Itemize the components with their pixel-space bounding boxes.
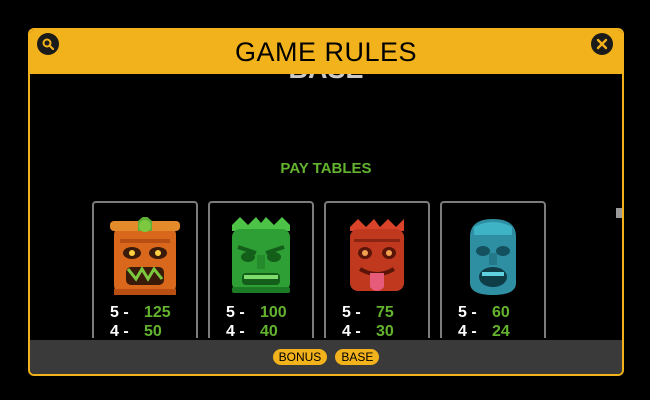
game-rules-dialog: GAME RULES BASE PAY TABLES [28,28,624,376]
search-button[interactable] [37,33,59,55]
pay-row: 5 -100 [226,304,287,321]
pay-list: 5 -125 4 -50 3 -25 [94,303,196,338]
close-icon [596,38,608,50]
pay-row: 5 -60 [458,304,510,321]
paytable-card: 5 -100 4 -40 3 -20 [208,201,314,338]
paytable-card: 5 -60 4 -24 3 -12 [440,201,546,338]
pay-list: 5 -60 4 -24 3 -12 [442,303,544,338]
paytables-heading: PAY TABLES [280,160,372,177]
green-tiki-mask-icon [232,217,290,293]
pay-row: 4 -40 [226,323,278,338]
pay-list: 5 -100 4 -40 3 -20 [210,303,312,338]
pay-row: 5 -125 [110,304,171,321]
pay-list: 5 -75 4 -30 3 -15 [326,303,428,338]
pay-row: 5 -75 [342,304,394,321]
tab-base[interactable]: BASE [335,349,380,365]
blue-tiki-mask-icon [470,219,516,295]
scrollbar-thumb[interactable] [616,208,622,218]
dialog-header: GAME RULES [30,30,622,74]
rules-content[interactable]: BASE PAY TABLES 5 -125 4 -50 [30,74,622,338]
pay-row: 4 -50 [110,323,162,338]
tab-bonus[interactable]: BONUS [272,349,328,365]
paytable-card: 5 -75 4 -30 3 -15 [324,201,430,338]
paytable-card: 5 -125 4 -50 3 -25 [92,201,198,338]
close-button[interactable] [591,33,613,55]
section-heading-base: BASE [30,74,622,85]
dialog-title: GAME RULES [234,37,418,67]
pay-row: 4 -30 [342,323,394,338]
dialog-footer: BONUS BASE [30,340,622,374]
red-tiki-mask-icon [350,219,404,291]
search-icon [42,38,54,50]
orange-tiki-mask-icon [110,217,180,295]
pay-row: 4 -24 [458,323,510,338]
